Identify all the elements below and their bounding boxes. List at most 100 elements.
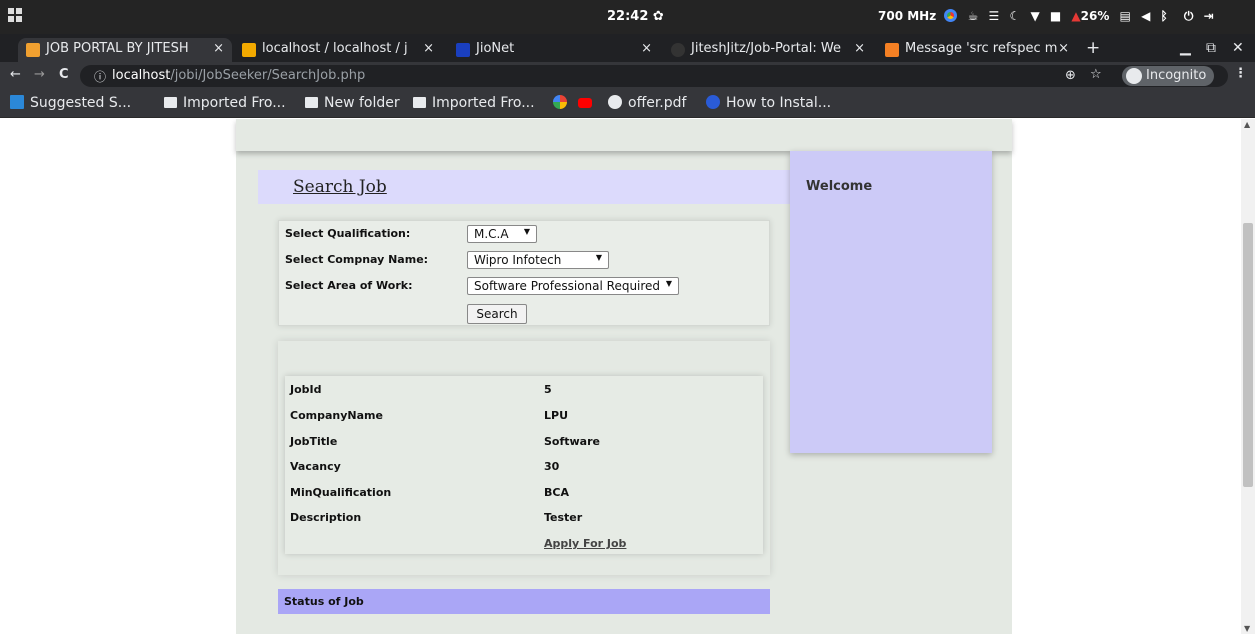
bookmark-offer-pdf[interactable]: offer.pdf (608, 95, 686, 111)
search-job-header: Search Job (258, 170, 790, 204)
web-viewport: Search Job Welcome Select Qualification:… (0, 119, 1255, 634)
tab-stackoverflow[interactable]: Message 'src refspec m × (877, 38, 1077, 62)
jobid-label: JobId (290, 383, 322, 396)
folder-icon (164, 97, 177, 108)
folder-tray-icon: ■ (1049, 9, 1062, 23)
site-info-icon[interactable]: ⓘ (94, 68, 106, 85)
search-button[interactable]: Search (467, 304, 527, 324)
youtube-icon (578, 98, 592, 108)
wifi-icon: ▼ (1030, 9, 1040, 23)
incognito-badge[interactable]: Incognito (1122, 66, 1215, 86)
bookmark-google[interactable] (553, 95, 573, 111)
browser-toolbar: ← → C ⓘ localhost/jobi/JobSeeker/SearchJ… (0, 62, 1255, 90)
tab-title: Message 'src refspec m (905, 41, 1058, 56)
description-value: Tester (544, 511, 583, 524)
google-icon (553, 95, 567, 109)
job-details-table: JobId 5 CompanyName LPU JobTitle Softwar… (285, 376, 763, 554)
tab-title: JioNet (476, 41, 515, 56)
close-tab-icon[interactable]: × (213, 41, 224, 56)
cpu-frequency: 700 MHz (878, 9, 937, 23)
dropdown-arrow-icon: ▼ (523, 227, 530, 236)
status-of-job-header: Status of Job (278, 589, 770, 614)
new-tab-icon[interactable]: + (1086, 38, 1100, 58)
apply-for-job-link[interactable]: Apply For Job (544, 537, 626, 550)
close-tab-icon[interactable]: × (854, 41, 865, 56)
back-icon[interactable]: ← (10, 67, 21, 82)
close-tab-icon[interactable]: × (423, 41, 434, 56)
bookmark-imported-1[interactable]: Imported Fro... (164, 95, 286, 111)
forward-icon[interactable]: → (34, 67, 45, 82)
scroll-down-arrow-icon[interactable]: ▼ (1244, 624, 1250, 633)
results-panel: JobId 5 CompanyName LPU JobTitle Softwar… (278, 341, 770, 575)
bookmark-suggested[interactable]: Suggested S... (10, 95, 131, 111)
status-title: Status of Job (284, 595, 364, 608)
page-container: Search Job Welcome Select Qualification:… (236, 119, 1012, 634)
area-value: Software Professional Required (474, 279, 661, 293)
min-qualification-value: BCA (544, 486, 569, 499)
bookmark-label: Suggested S... (30, 95, 132, 111)
battery-percent: 26% (1080, 9, 1110, 23)
bookmark-new-folder[interactable]: New folder (305, 95, 400, 111)
logout-icon[interactable]: ⇥ (1204, 9, 1214, 23)
menu-lines-icon: ☰ (988, 9, 1000, 23)
bookmark-label: New folder (324, 95, 400, 111)
close-window-icon[interactable]: ✕ (1232, 40, 1244, 56)
vertical-scrollbar[interactable]: ▲ ▼ (1241, 119, 1255, 634)
bookmark-youtube[interactable] (578, 95, 598, 111)
job-title-value: Software (544, 435, 600, 448)
bookmark-how-to-install[interactable]: How to Instal... (706, 95, 831, 111)
description-label: Description (290, 511, 362, 524)
more-menu-icon[interactable]: ⋮ (1234, 66, 1247, 81)
storage-icon: ▤ (1119, 9, 1131, 23)
jionet-favicon-icon (456, 43, 470, 57)
vacancy-value: 30 (544, 460, 560, 473)
os-top-bar: 22:42 ✿ 700 MHz ☕ ☰ ☾ ▼ ■ ▲26% ▤ ◀ ᛒ ⏻ ⇥ (0, 0, 1255, 34)
tab-title: JiteshJitz/Job-Portal: We (691, 41, 841, 56)
globe-icon (608, 95, 622, 109)
incognito-icon (1126, 68, 1142, 84)
github-favicon-icon (671, 43, 685, 57)
qualification-select[interactable]: M.C.A ▼ (467, 225, 537, 243)
address-bar[interactable]: ⓘ localhost/jobi/JobSeeker/SearchJob.php… (80, 65, 1228, 87)
page-title: Search Job (293, 177, 387, 197)
area-select[interactable]: Software Professional Required ▼ (467, 277, 679, 295)
sidebar: Welcome (790, 151, 992, 453)
dropdown-arrow-icon: ▼ (665, 279, 672, 288)
header-band (236, 119, 1012, 151)
tab-title: JOB PORTAL BY JITESH (46, 41, 189, 56)
zoom-icon[interactable]: ⊕ (1065, 68, 1076, 83)
bookmark-star-icon[interactable]: ☆ (1090, 67, 1102, 82)
moon-icon: ☾ (1009, 9, 1021, 23)
company-select[interactable]: Wipro Infotech ▼ (467, 251, 609, 269)
company-name-label: CompanyName (290, 409, 383, 422)
dropdown-arrow-icon: ▼ (595, 253, 602, 262)
restore-icon[interactable]: ⧉ (1206, 40, 1216, 56)
bookmark-label: How to Instal... (726, 95, 832, 111)
folder-icon (413, 97, 426, 108)
tab-jionet[interactable]: JioNet × (448, 38, 660, 62)
settings-gear-icon: ✿ (652, 9, 664, 24)
stackoverflow-favicon-icon (885, 43, 899, 57)
close-tab-icon[interactable]: × (1058, 41, 1069, 56)
chrome-icon (944, 9, 958, 22)
vacancy-label: Vacancy (290, 460, 341, 473)
apps-grid-icon[interactable] (8, 8, 22, 22)
site-icon (706, 95, 720, 109)
scroll-thumb[interactable] (1243, 223, 1253, 487)
minimize-icon[interactable]: ▁ (1180, 40, 1191, 56)
reload-icon[interactable]: C (59, 67, 69, 82)
system-tray: 700 MHz ☕ ☰ ☾ ▼ ■ ▲26% ▤ ◀ ᛒ ⏻ ⇥ (878, 9, 1214, 24)
close-tab-icon[interactable]: × (641, 41, 652, 56)
bookmark-imported-2[interactable]: Imported Fro... (413, 95, 535, 111)
power-icon[interactable]: ⏻ (1184, 9, 1194, 24)
bing-icon (10, 95, 24, 109)
tab-job-portal[interactable]: JOB PORTAL BY JITESH × (18, 38, 232, 62)
bookmark-label: Imported Fro... (183, 95, 286, 111)
scroll-up-arrow-icon[interactable]: ▲ (1244, 120, 1250, 129)
search-form: Select Qualification: M.C.A ▼ Select Com… (278, 220, 770, 326)
tab-github[interactable]: JiteshJitz/Job-Portal: We × (663, 38, 873, 62)
tab-phpmyadmin[interactable]: localhost / localhost / j × (234, 38, 442, 62)
incognito-label: Incognito (1146, 68, 1207, 83)
url-text[interactable]: localhost/jobi/JobSeeker/SearchJob.php (112, 68, 365, 83)
coffee-icon: ☕ (967, 9, 979, 23)
